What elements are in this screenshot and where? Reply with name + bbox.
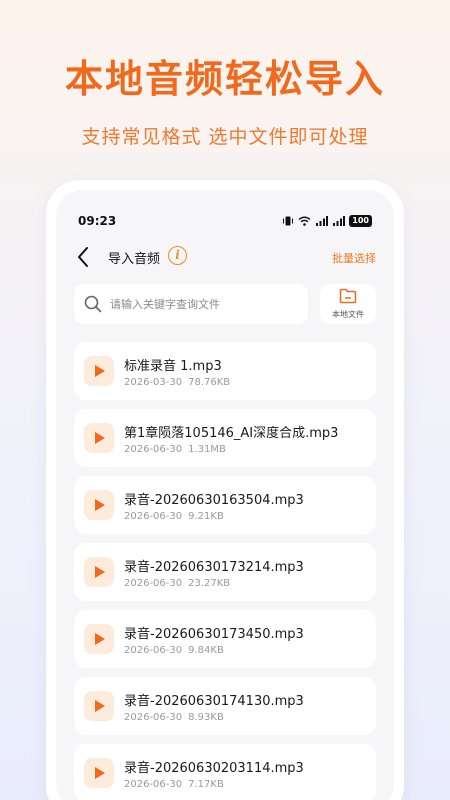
batch-select-button[interactable]: 批量选择 [332,250,376,266]
battery-icon: 100 [349,215,372,227]
file-name: 录音-20260630173214.mp3 [124,560,304,575]
file-meta: 2026-06-30 9.84KB [124,645,224,656]
folder-icon [339,288,357,304]
phone-frame: 09:23 100 导入音频 i 批量选择 请输入关键字查询文件 本地文件 标准… [46,180,404,800]
play-icon[interactable] [84,356,114,386]
file-name: 录音-20260630203114.mp3 [124,761,304,776]
file-size: 78.76KB [188,377,231,388]
file-item[interactable]: 录音-20260630163504.mp3 2026-06-30 9.21KB [74,476,376,534]
file-date: 2026-06-30 [124,444,183,455]
file-meta: 2026-06-30 8.93KB [124,712,224,723]
file-name: 录音-20260630173450.mp3 [124,627,304,642]
file-size: 23.27KB [188,578,231,589]
play-icon[interactable] [84,691,114,721]
file-size: 8.93KB [188,712,224,723]
file-meta: 2026-06-30 23.27KB [124,578,230,589]
play-icon[interactable] [84,490,114,520]
search-icon [84,295,102,313]
back-arrow-icon[interactable] [74,245,94,269]
file-date: 2026-06-30 [124,578,183,589]
file-size: 1.31MB [188,444,226,455]
file-list: 标准录音 1.mp3 2026-03-30 78.76KB 第1章陨落105146… [74,342,376,800]
signal-icon [333,216,346,226]
status-icons: 100 [282,215,372,227]
file-date: 2026-03-30 [124,377,183,388]
file-meta: 2026-03-30 78.76KB [124,377,230,388]
promo-headline: 本地音频轻松导入 [64,57,385,101]
file-item[interactable]: 第1章陨落105146_AI深度合成.mp3 2026-06-30 1.31MB [74,409,376,467]
file-name: 第1章陨落105146_AI深度合成.mp3 [124,426,339,441]
file-date: 2026-06-30 [124,511,183,522]
file-size: 7.17KB [188,779,224,790]
local-file-label: 本地文件 [332,310,364,319]
info-icon[interactable]: i [168,246,187,265]
file-size: 9.21KB [188,511,224,522]
search-box[interactable] [74,284,308,324]
phone-screen: 09:23 100 导入音频 i 批量选择 请输入关键字查询文件 本地文件 标准… [56,190,394,800]
vibrate-icon [283,216,294,226]
file-item[interactable]: 录音-20260630203114.mp3 2026-06-30 7.17KB [74,744,376,800]
file-item[interactable]: 录音-20260630173450.mp3 2026-06-30 9.84KB [74,610,376,668]
page-title: 导入音频 [108,252,161,267]
file-size: 9.84KB [188,645,224,656]
signal-icon [316,216,329,226]
status-time: 09:23 [78,214,117,228]
status-bar: 09:23 100 [56,212,394,232]
file-meta: 2026-06-30 7.17KB [124,779,224,790]
promo-subline: 支持常见格式 选中文件即可处理 [81,126,369,148]
file-meta: 2026-06-30 9.21KB [124,511,224,522]
nav-bar: 导入音频 i 批量选择 [56,242,394,272]
play-icon[interactable] [84,423,114,453]
play-icon[interactable] [84,624,114,654]
file-item[interactable]: 标准录音 1.mp3 2026-03-30 78.76KB [74,342,376,400]
file-date: 2026-06-30 [124,645,183,656]
file-date: 2026-06-30 [124,779,183,790]
file-name: 录音-20260630163504.mp3 [124,493,304,508]
file-item[interactable]: 录音-20260630174130.mp3 2026-06-30 8.93KB [74,677,376,735]
file-item[interactable]: 录音-20260630173214.mp3 2026-06-30 23.27KB [74,543,376,601]
file-meta: 2026-06-30 1.31MB [124,444,226,455]
file-name: 标准录音 1.mp3 [124,359,222,374]
file-name: 录音-20260630174130.mp3 [124,694,304,709]
local-file-button[interactable]: 本地文件 [320,284,376,324]
play-icon[interactable] [84,557,114,587]
file-date: 2026-06-30 [124,712,183,723]
play-icon[interactable] [84,758,114,788]
wifi-icon [298,216,311,226]
search-input[interactable] [110,292,300,316]
